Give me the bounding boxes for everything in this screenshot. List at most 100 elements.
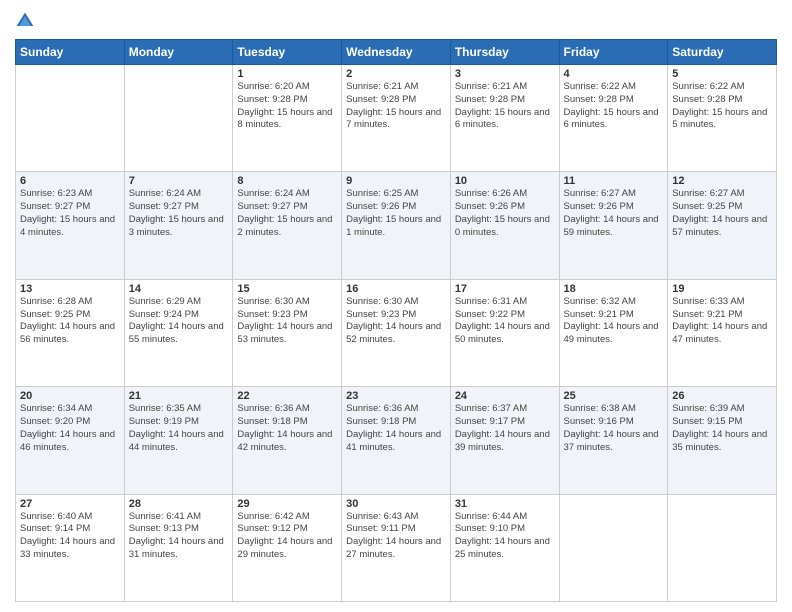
day-info: Sunrise: 6:30 AMSunset: 9:23 PMDaylight:…: [237, 296, 337, 347]
day-info: Sunrise: 6:42 AMSunset: 9:12 PMDaylight:…: [237, 511, 337, 562]
calendar-cell: 30Sunrise: 6:43 AMSunset: 9:11 PMDayligh…: [342, 494, 451, 601]
day-number: 8: [237, 175, 337, 187]
calendar-cell: 17Sunrise: 6:31 AMSunset: 9:22 PMDayligh…: [450, 279, 559, 386]
day-number: 28: [129, 498, 229, 510]
calendar-cell: 20Sunrise: 6:34 AMSunset: 9:20 PMDayligh…: [16, 387, 125, 494]
day-info: Sunrise: 6:26 AMSunset: 9:26 PMDaylight:…: [455, 188, 555, 239]
day-info: Sunrise: 6:28 AMSunset: 9:25 PMDaylight:…: [20, 296, 120, 347]
calendar-cell: 8Sunrise: 6:24 AMSunset: 9:27 PMDaylight…: [233, 172, 342, 279]
day-number: 23: [346, 390, 446, 402]
calendar-cell: [559, 494, 668, 601]
calendar-table: SundayMondayTuesdayWednesdayThursdayFrid…: [15, 39, 777, 602]
day-info: Sunrise: 6:21 AMSunset: 9:28 PMDaylight:…: [455, 81, 555, 132]
day-info: Sunrise: 6:21 AMSunset: 9:28 PMDaylight:…: [346, 81, 446, 132]
weekday-header-saturday: Saturday: [668, 40, 777, 65]
day-number: 26: [672, 390, 772, 402]
weekday-header-thursday: Thursday: [450, 40, 559, 65]
day-number: 2: [346, 68, 446, 80]
day-number: 31: [455, 498, 555, 510]
calendar-cell: 6Sunrise: 6:23 AMSunset: 9:27 PMDaylight…: [16, 172, 125, 279]
calendar-cell: 18Sunrise: 6:32 AMSunset: 9:21 PMDayligh…: [559, 279, 668, 386]
day-info: Sunrise: 6:33 AMSunset: 9:21 PMDaylight:…: [672, 296, 772, 347]
day-number: 24: [455, 390, 555, 402]
day-number: 25: [564, 390, 664, 402]
day-info: Sunrise: 6:22 AMSunset: 9:28 PMDaylight:…: [672, 81, 772, 132]
calendar-cell: 12Sunrise: 6:27 AMSunset: 9:25 PMDayligh…: [668, 172, 777, 279]
weekday-header-wednesday: Wednesday: [342, 40, 451, 65]
calendar-cell: 22Sunrise: 6:36 AMSunset: 9:18 PMDayligh…: [233, 387, 342, 494]
weekday-header-friday: Friday: [559, 40, 668, 65]
logo-icon: [15, 11, 35, 31]
calendar-cell: 21Sunrise: 6:35 AMSunset: 9:19 PMDayligh…: [124, 387, 233, 494]
day-info: Sunrise: 6:27 AMSunset: 9:26 PMDaylight:…: [564, 188, 664, 239]
day-info: Sunrise: 6:30 AMSunset: 9:23 PMDaylight:…: [346, 296, 446, 347]
day-number: 27: [20, 498, 120, 510]
day-info: Sunrise: 6:24 AMSunset: 9:27 PMDaylight:…: [237, 188, 337, 239]
day-info: Sunrise: 6:32 AMSunset: 9:21 PMDaylight:…: [564, 296, 664, 347]
calendar-cell: 31Sunrise: 6:44 AMSunset: 9:10 PMDayligh…: [450, 494, 559, 601]
day-info: Sunrise: 6:31 AMSunset: 9:22 PMDaylight:…: [455, 296, 555, 347]
day-number: 30: [346, 498, 446, 510]
day-info: Sunrise: 6:25 AMSunset: 9:26 PMDaylight:…: [346, 188, 446, 239]
day-number: 10: [455, 175, 555, 187]
day-number: 22: [237, 390, 337, 402]
day-info: Sunrise: 6:37 AMSunset: 9:17 PMDaylight:…: [455, 403, 555, 454]
day-info: Sunrise: 6:29 AMSunset: 9:24 PMDaylight:…: [129, 296, 229, 347]
calendar-week-5: 27Sunrise: 6:40 AMSunset: 9:14 PMDayligh…: [16, 494, 777, 601]
day-number: 19: [672, 283, 772, 295]
calendar-cell: [16, 65, 125, 172]
day-info: Sunrise: 6:20 AMSunset: 9:28 PMDaylight:…: [237, 81, 337, 132]
day-info: Sunrise: 6:23 AMSunset: 9:27 PMDaylight:…: [20, 188, 120, 239]
header-row: SundayMondayTuesdayWednesdayThursdayFrid…: [16, 40, 777, 65]
calendar-cell: 27Sunrise: 6:40 AMSunset: 9:14 PMDayligh…: [16, 494, 125, 601]
calendar-cell: 24Sunrise: 6:37 AMSunset: 9:17 PMDayligh…: [450, 387, 559, 494]
day-number: 17: [455, 283, 555, 295]
calendar-cell: 1Sunrise: 6:20 AMSunset: 9:28 PMDaylight…: [233, 65, 342, 172]
calendar-cell: 26Sunrise: 6:39 AMSunset: 9:15 PMDayligh…: [668, 387, 777, 494]
day-info: Sunrise: 6:36 AMSunset: 9:18 PMDaylight:…: [237, 403, 337, 454]
calendar-cell: 4Sunrise: 6:22 AMSunset: 9:28 PMDaylight…: [559, 65, 668, 172]
day-number: 29: [237, 498, 337, 510]
day-number: 9: [346, 175, 446, 187]
day-number: 13: [20, 283, 120, 295]
day-info: Sunrise: 6:43 AMSunset: 9:11 PMDaylight:…: [346, 511, 446, 562]
calendar-cell: 10Sunrise: 6:26 AMSunset: 9:26 PMDayligh…: [450, 172, 559, 279]
calendar-cell: 3Sunrise: 6:21 AMSunset: 9:28 PMDaylight…: [450, 65, 559, 172]
calendar-week-1: 1Sunrise: 6:20 AMSunset: 9:28 PMDaylight…: [16, 65, 777, 172]
calendar-week-2: 6Sunrise: 6:23 AMSunset: 9:27 PMDaylight…: [16, 172, 777, 279]
day-info: Sunrise: 6:34 AMSunset: 9:20 PMDaylight:…: [20, 403, 120, 454]
calendar-cell: 19Sunrise: 6:33 AMSunset: 9:21 PMDayligh…: [668, 279, 777, 386]
day-number: 5: [672, 68, 772, 80]
day-info: Sunrise: 6:40 AMSunset: 9:14 PMDaylight:…: [20, 511, 120, 562]
calendar-cell: 15Sunrise: 6:30 AMSunset: 9:23 PMDayligh…: [233, 279, 342, 386]
calendar-cell: 29Sunrise: 6:42 AMSunset: 9:12 PMDayligh…: [233, 494, 342, 601]
calendar-cell: [124, 65, 233, 172]
day-info: Sunrise: 6:44 AMSunset: 9:10 PMDaylight:…: [455, 511, 555, 562]
day-number: 20: [20, 390, 120, 402]
day-number: 1: [237, 68, 337, 80]
day-number: 3: [455, 68, 555, 80]
page: SundayMondayTuesdayWednesdayThursdayFrid…: [0, 0, 792, 612]
calendar-cell: 2Sunrise: 6:21 AMSunset: 9:28 PMDaylight…: [342, 65, 451, 172]
day-number: 21: [129, 390, 229, 402]
day-info: Sunrise: 6:22 AMSunset: 9:28 PMDaylight:…: [564, 81, 664, 132]
calendar-cell: 25Sunrise: 6:38 AMSunset: 9:16 PMDayligh…: [559, 387, 668, 494]
calendar-cell: 7Sunrise: 6:24 AMSunset: 9:27 PMDaylight…: [124, 172, 233, 279]
calendar-cell: 23Sunrise: 6:36 AMSunset: 9:18 PMDayligh…: [342, 387, 451, 494]
calendar-cell: 9Sunrise: 6:25 AMSunset: 9:26 PMDaylight…: [342, 172, 451, 279]
day-number: 6: [20, 175, 120, 187]
calendar-cell: 14Sunrise: 6:29 AMSunset: 9:24 PMDayligh…: [124, 279, 233, 386]
calendar-cell: [668, 494, 777, 601]
logo: [15, 10, 39, 31]
calendar-cell: 16Sunrise: 6:30 AMSunset: 9:23 PMDayligh…: [342, 279, 451, 386]
day-info: Sunrise: 6:35 AMSunset: 9:19 PMDaylight:…: [129, 403, 229, 454]
day-info: Sunrise: 6:39 AMSunset: 9:15 PMDaylight:…: [672, 403, 772, 454]
header: [15, 10, 777, 31]
day-number: 18: [564, 283, 664, 295]
day-number: 15: [237, 283, 337, 295]
day-info: Sunrise: 6:41 AMSunset: 9:13 PMDaylight:…: [129, 511, 229, 562]
day-info: Sunrise: 6:27 AMSunset: 9:25 PMDaylight:…: [672, 188, 772, 239]
day-info: Sunrise: 6:24 AMSunset: 9:27 PMDaylight:…: [129, 188, 229, 239]
calendar-cell: 13Sunrise: 6:28 AMSunset: 9:25 PMDayligh…: [16, 279, 125, 386]
calendar-cell: 11Sunrise: 6:27 AMSunset: 9:26 PMDayligh…: [559, 172, 668, 279]
